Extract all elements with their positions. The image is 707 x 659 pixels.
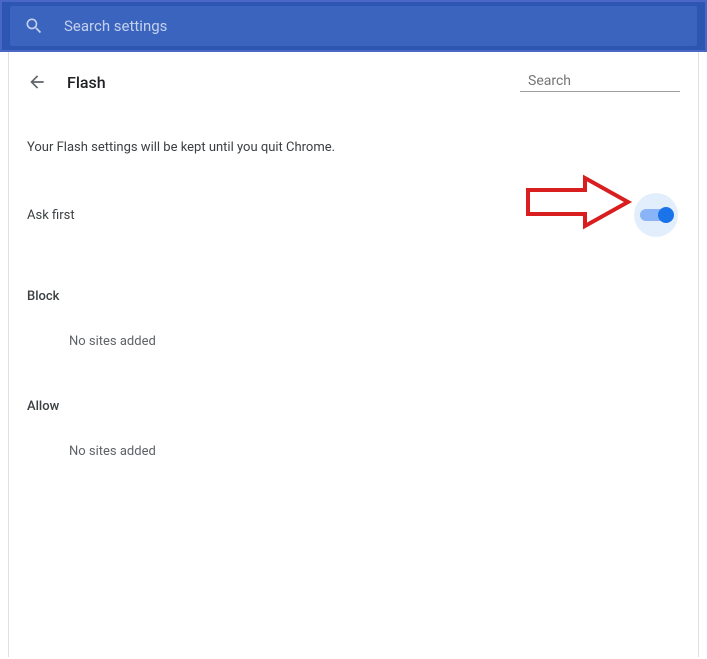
block-section-heading: Block xyxy=(27,289,680,304)
search-settings-bar[interactable] xyxy=(10,6,697,46)
block-empty-text: No sites added xyxy=(69,334,680,349)
ask-first-label: Ask first xyxy=(27,208,75,223)
info-text: Your Flash settings will be kept until y… xyxy=(27,140,680,155)
allow-empty-text: No sites added xyxy=(69,444,680,459)
ask-first-row: Ask first xyxy=(27,191,680,239)
allow-section-heading: Allow xyxy=(27,399,680,414)
top-search-bar xyxy=(0,0,707,52)
back-arrow-icon[interactable] xyxy=(27,72,47,92)
page-search[interactable] xyxy=(520,73,680,92)
page-search-input[interactable] xyxy=(528,73,706,89)
page-header: Flash xyxy=(27,72,680,92)
page-title: Flash xyxy=(67,73,106,92)
ask-first-toggle[interactable] xyxy=(632,191,680,239)
search-icon xyxy=(24,16,44,36)
search-settings-input[interactable] xyxy=(64,17,683,35)
settings-content: Flash Your Flash settings will be kept u… xyxy=(8,52,699,657)
